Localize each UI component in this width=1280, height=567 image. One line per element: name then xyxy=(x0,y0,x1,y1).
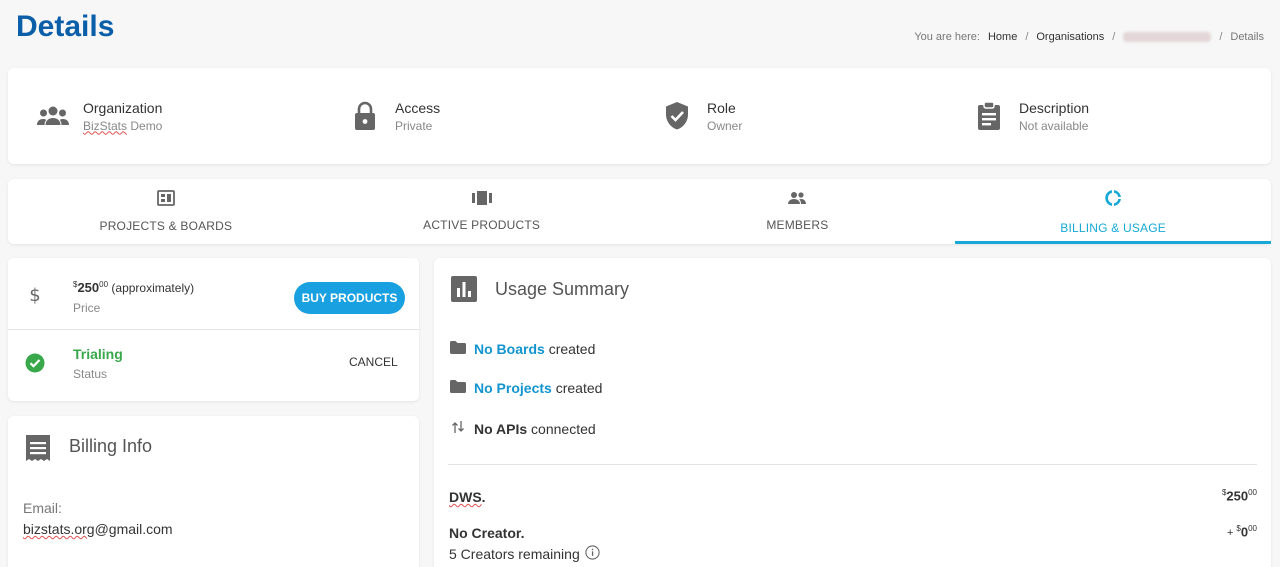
tab-active-products[interactable]: ACTIVE PRODUCTS xyxy=(324,179,640,244)
page-title: Details xyxy=(16,10,115,43)
subscription-card: $ $25000 (approximately) Price BUY PRODU… xyxy=(8,258,419,401)
tab-label: ACTIVE PRODUCTS xyxy=(423,218,541,232)
breadcrumb-separator: / xyxy=(1025,31,1029,43)
breadcrumb-current: Details xyxy=(1230,31,1264,43)
buy-products-button[interactable]: BUY PRODUCTS xyxy=(294,282,405,314)
usage-divider xyxy=(448,464,1257,465)
usage-summary-title: Usage Summary xyxy=(495,279,630,299)
tab-billing-usage[interactable]: BILLING & USAGE xyxy=(955,179,1271,244)
price-value: $25000 (approximately) xyxy=(73,280,194,295)
people-icon xyxy=(35,98,71,134)
organization-info: Organization BizStats Demo xyxy=(35,68,162,164)
info-icon[interactable] xyxy=(585,545,600,563)
breadcrumb-home-link[interactable]: Home xyxy=(988,31,1017,43)
boards-usage-line: No Boards created xyxy=(450,341,595,357)
tab-bar: PROJECTS & BOARDS ACTIVE PRODUCTS MEMBER… xyxy=(8,179,1271,244)
description-info: Description Not available xyxy=(971,68,1089,164)
plan-creator-cents: 00 xyxy=(1248,524,1257,533)
breadcrumb: You are here: Home / Organisations / / D… xyxy=(914,31,1264,43)
breadcrumb-organisations-link[interactable]: Organisations xyxy=(1036,31,1104,43)
plan-dws-name: DWS. xyxy=(449,489,486,505)
email-user-part: bizstats.org xyxy=(23,521,95,537)
check-circle-icon xyxy=(24,352,46,374)
breadcrumb-prefix: You are here: xyxy=(914,31,980,43)
email-label: Email: xyxy=(23,500,62,516)
projects-link[interactable]: No Projects xyxy=(474,380,552,396)
status-row: Trialing Status CANCEL xyxy=(8,330,419,401)
apis-usage-line: No APIs connected xyxy=(450,420,596,437)
status-label: Status xyxy=(73,367,108,381)
plan-creator-name: No Creator. xyxy=(449,525,525,541)
tab-members[interactable]: MEMBERS xyxy=(640,179,956,244)
svg-text:$: $ xyxy=(29,285,40,305)
access-label: Access xyxy=(395,99,441,116)
dollar-icon: $ xyxy=(24,284,46,306)
plan-dws-amount: 250 xyxy=(1226,488,1249,504)
tab-label: BILLING & USAGE xyxy=(1060,221,1166,235)
description-value: Not available xyxy=(1019,118,1089,133)
plan-creator-label: No Creator xyxy=(449,525,521,541)
projects-text: created xyxy=(555,380,603,396)
folder-icon xyxy=(450,380,466,396)
carousel-icon xyxy=(471,191,492,210)
status-value: Trialing xyxy=(73,346,123,362)
donut-icon xyxy=(1103,188,1123,213)
usage-summary-card: Usage Summary No Boards created No Proje… xyxy=(434,258,1271,567)
projects-usage-line: No Projects created xyxy=(450,380,602,396)
price-amount: 250 xyxy=(77,280,100,295)
creators-remaining-text: 5 Creators remaining xyxy=(449,546,580,562)
boards-link[interactable]: No Boards xyxy=(474,341,545,357)
organization-value: BizStats Demo xyxy=(83,118,163,133)
price-row: $ $25000 (approximately) Price BUY PRODU… xyxy=(8,258,419,330)
boards-text: created xyxy=(548,341,596,357)
dashboard-icon xyxy=(156,190,175,211)
plan-creator-price: + $000 xyxy=(1227,524,1257,539)
swap-vertical-icon xyxy=(450,420,466,437)
plan-dws-cents: 00 xyxy=(1248,488,1257,497)
plan-creator-prefix: + xyxy=(1226,527,1234,540)
access-value: Private xyxy=(395,118,433,133)
tab-projects-boards[interactable]: PROJECTS & BOARDS xyxy=(8,179,324,244)
lock-icon xyxy=(347,98,383,134)
apis-count: No APIs xyxy=(474,420,528,437)
clipboard-icon xyxy=(971,98,1007,134)
cancel-subscription-button[interactable]: CANCEL xyxy=(349,355,398,369)
role-value: Owner xyxy=(707,118,743,133)
access-info: Access Private xyxy=(347,68,440,164)
breadcrumb-separator: / xyxy=(1112,31,1116,43)
folder-icon xyxy=(450,341,466,357)
group-icon xyxy=(787,191,807,210)
tab-label: PROJECTS & BOARDS xyxy=(99,219,233,233)
role-info: Role Owner xyxy=(659,68,742,164)
price-label: Price xyxy=(73,301,101,315)
organization-info-card: Organization BizStats Demo Access Privat… xyxy=(8,68,1271,164)
plan-dws-price: $25000 xyxy=(1222,488,1257,503)
price-note: (approximately) xyxy=(111,281,195,295)
apis-text: connected xyxy=(531,420,596,437)
billing-info-card: Billing Info Email: bizstats.org@gmail.c… xyxy=(8,416,419,567)
receipt-icon xyxy=(25,434,51,467)
billing-info-title: Billing Info xyxy=(69,436,153,456)
creators-remaining: 5 Creators remaining xyxy=(449,545,600,563)
description-label: Description xyxy=(1019,99,1090,116)
breadcrumb-redacted-org-link[interactable] xyxy=(1123,32,1212,42)
plan-creator-amount: 0 xyxy=(1240,524,1249,540)
tab-label: MEMBERS xyxy=(766,218,829,232)
breadcrumb-separator: / xyxy=(1219,31,1223,43)
bar-chart-icon xyxy=(451,276,477,307)
role-label: Role xyxy=(707,99,736,116)
plan-dws-label: DWS xyxy=(449,489,482,505)
price-cents: 00 xyxy=(99,280,109,289)
email-value: bizstats.org@gmail.com xyxy=(23,521,173,537)
organization-name-part1: BizStats xyxy=(83,118,128,133)
shield-check-icon xyxy=(659,98,695,134)
organization-label: Organization xyxy=(83,99,163,116)
